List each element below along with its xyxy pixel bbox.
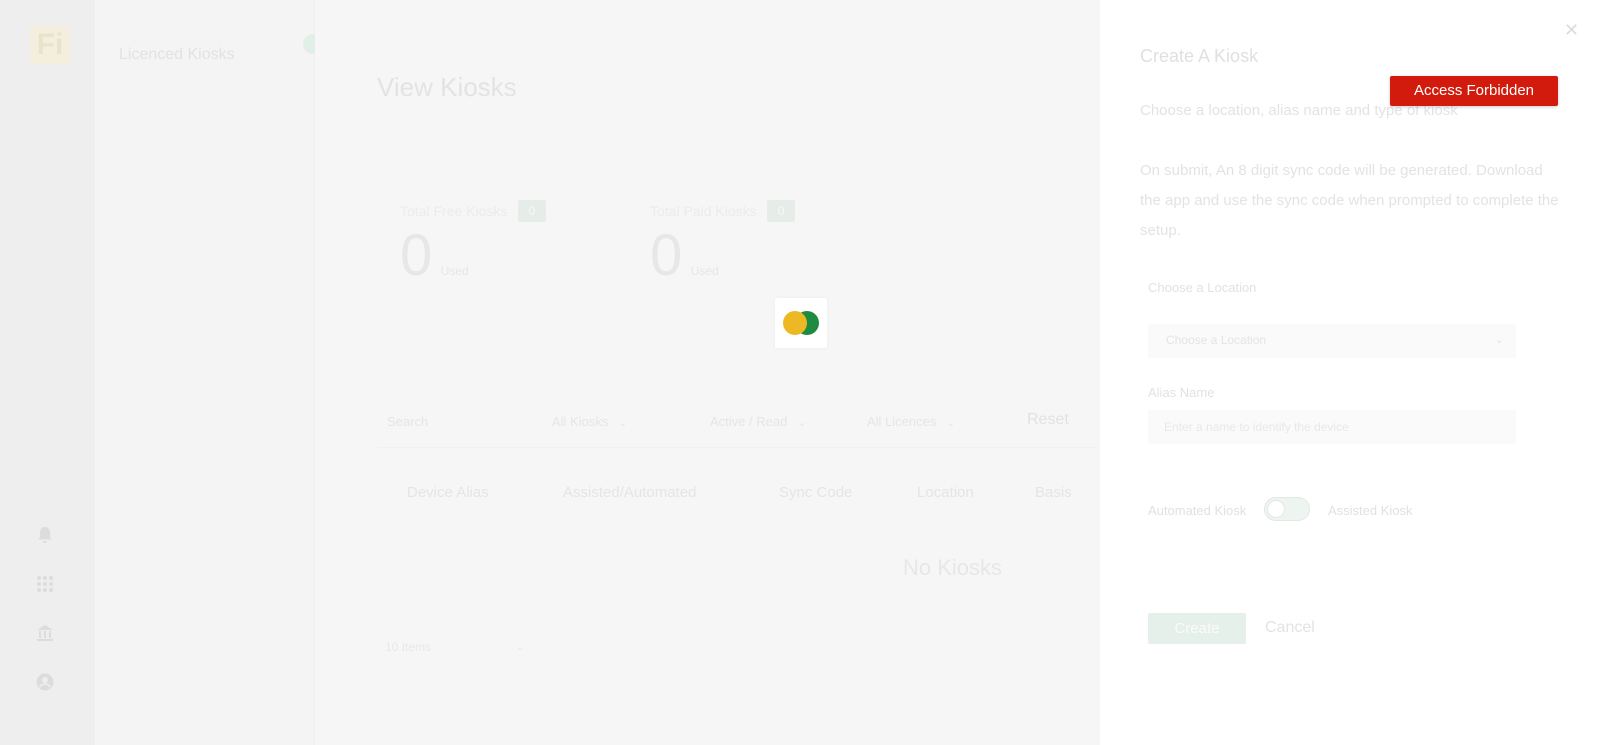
assisted-kiosk-label: Assisted Kiosk (1328, 503, 1413, 518)
column-header[interactable]: Device Alias (407, 484, 489, 501)
drawer-title: Create A Kiosk (1140, 46, 1259, 66)
location-select[interactable]: Choose a Location ⌄ (1148, 324, 1516, 358)
loading-indicator (775, 298, 827, 348)
subnav-item-licenced-kiosks[interactable]: Licenced Kiosks (119, 46, 235, 64)
column-header[interactable]: Assisted/Automated (563, 484, 696, 501)
cancel-button[interactable]: Cancel (1265, 619, 1315, 637)
stat-label: Total Paid Kiosks (650, 203, 757, 219)
secondary-nav: Licenced Kiosks (95, 0, 323, 745)
drawer-instructions: On submit, An 8 digit sync code will be … (1140, 162, 1559, 239)
stat-value: 0 (400, 223, 433, 288)
chevron-down-icon: ⌄ (797, 417, 807, 429)
location-value: Choose a Location (1166, 333, 1267, 347)
kiosk-type-select[interactable]: All Kiosks ⌄ (552, 414, 628, 429)
stat-value: 0 (650, 223, 683, 288)
alias-name-input[interactable] (1148, 410, 1516, 444)
page-size-select[interactable]: 10 Items ⌄ (385, 640, 525, 654)
kiosk-type-value: All Kiosks (552, 414, 609, 429)
licence-select[interactable]: All Licences ⌄ (867, 414, 956, 429)
filter-bar: Search All Kiosks ⌄ Active / Read ⌄ All Li… (377, 408, 1097, 448)
main-content: View Kiosks Total Free Kiosks 0 0 Used T… (315, 0, 1100, 745)
status-select[interactable]: Active / Read ⌄ (710, 414, 807, 429)
stat-badge: 0 (767, 200, 796, 222)
stat-unit: Used (690, 264, 719, 278)
stat-paid-kiosks: Total Paid Kiosks 0 0 Used (650, 200, 796, 289)
apps-grid-icon[interactable] (35, 574, 55, 594)
kiosk-type-toggle[interactable] (1264, 497, 1310, 521)
alias-label: Alias Name (1148, 385, 1215, 400)
page-title: View Kiosks (377, 72, 517, 102)
account-icon[interactable] (35, 672, 55, 692)
location-label: Choose a Location (1148, 280, 1257, 295)
stat-free-kiosks: Total Free Kiosks 0 0 Used (400, 200, 546, 289)
icon-rail: Fi (0, 0, 95, 745)
toggle-knob (1267, 500, 1285, 518)
bank-icon[interactable] (35, 623, 55, 643)
status-value: Active / Read (710, 414, 788, 429)
empty-state: No Kiosks (903, 555, 1003, 580)
kiosk-type-toggle-row: Automated Kiosk Assisted Kiosk (1148, 497, 1413, 521)
column-header[interactable]: Location (917, 484, 974, 501)
chevron-down-icon: ⌄ (1494, 334, 1504, 346)
stat-label: Total Free Kiosks (400, 203, 508, 219)
create-button[interactable]: Create (1148, 613, 1246, 644)
loader-dot-yellow (783, 311, 807, 335)
page-size-value: 10 Items (385, 640, 432, 654)
create-kiosk-drawer: ✕ Create A Kiosk Choose a location, alia… (1100, 0, 1600, 745)
column-header[interactable]: Basis (1035, 484, 1072, 501)
chevron-down-icon: ⌄ (515, 641, 525, 653)
close-icon[interactable]: ✕ (1564, 20, 1579, 41)
licence-value: All Licences (867, 414, 937, 429)
access-forbidden-alert: Access Forbidden (1390, 76, 1558, 106)
chevron-down-icon: ⌄ (618, 417, 628, 429)
bell-icon[interactable] (35, 525, 55, 545)
chevron-down-icon: ⌄ (946, 417, 956, 429)
stat-badge: 0 (517, 200, 546, 222)
app-logo[interactable]: Fi (30, 26, 70, 64)
column-header[interactable]: Sync Code (779, 484, 852, 501)
reset-button[interactable]: Reset (1027, 411, 1069, 429)
search-input[interactable]: Search (387, 414, 428, 429)
stat-unit: Used (440, 264, 469, 278)
automated-kiosk-label: Automated Kiosk (1148, 503, 1247, 518)
